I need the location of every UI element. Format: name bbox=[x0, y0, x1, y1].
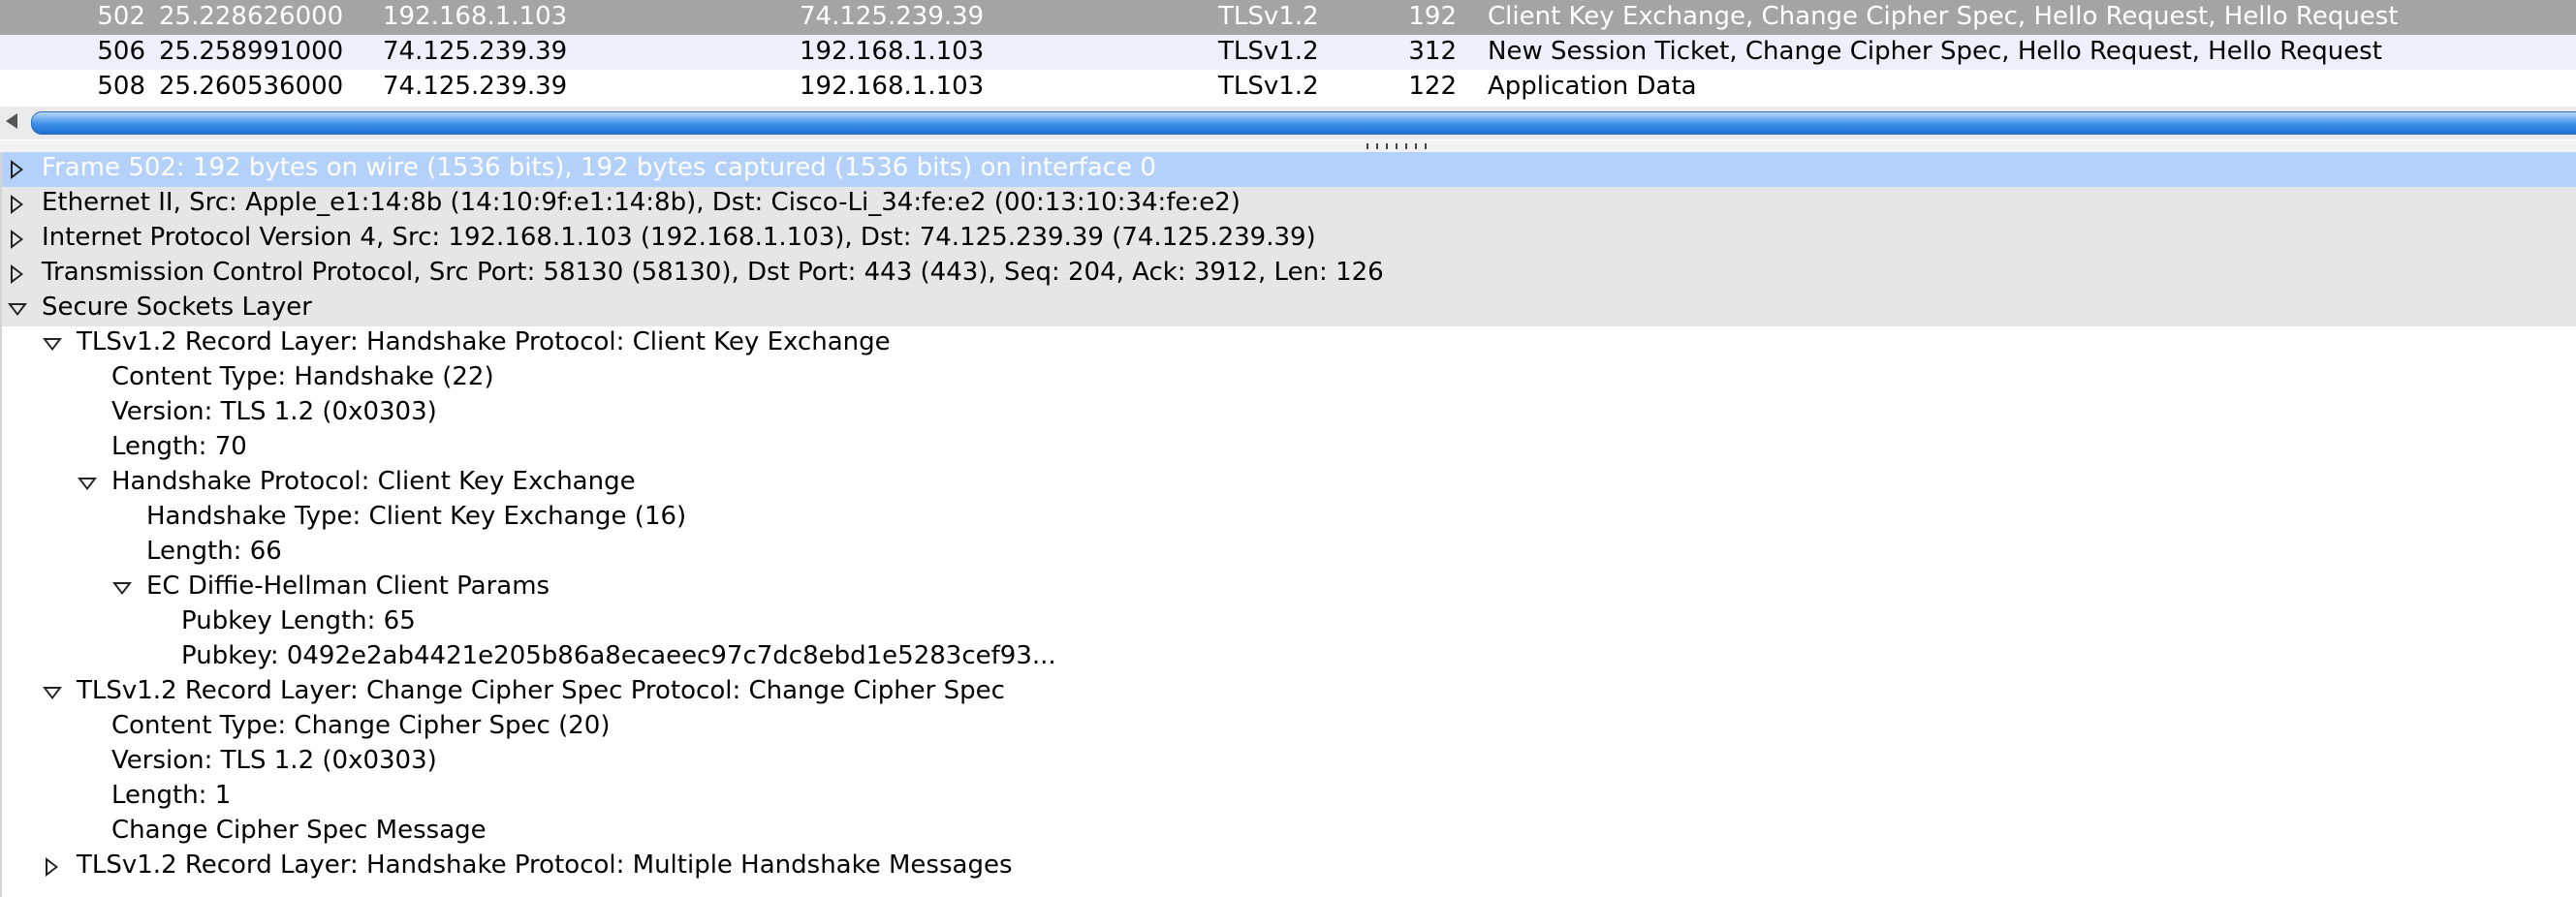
packet-details-tree[interactable]: Frame 502: 192 bytes on wire (1536 bits)… bbox=[0, 152, 2576, 897]
tree-item-label: Pubkey: 0492e2ab4421e205b86a8ecaeec97c7d… bbox=[181, 641, 1056, 670]
triangle-right-icon[interactable] bbox=[11, 264, 23, 284]
packet-list[interactable]: 502 25.228626000 192.168.1.103 74.125.239.3… bbox=[0, 0, 2576, 105]
packet-number-cell: 502 bbox=[97, 2, 145, 31]
tree-item-label: TLSv1.2 Record Layer: Change Cipher Spec… bbox=[77, 676, 1005, 705]
tree-item[interactable]: Content Type: Handshake (22) bbox=[0, 361, 2576, 396]
packet-info-cell: Application Data bbox=[1488, 72, 1697, 101]
pane-border bbox=[0, 152, 2, 897]
tree-item-label: Pubkey Length: 65 bbox=[181, 606, 416, 635]
tree-item[interactable]: Pubkey Length: 65 bbox=[0, 605, 2576, 640]
packet-time-cell: 25.260536000 bbox=[159, 72, 344, 101]
packet-time-cell: 25.228626000 bbox=[159, 2, 344, 31]
triangle-down-icon[interactable] bbox=[43, 338, 62, 351]
packet-protocol-cell: TLSv1.2 bbox=[1218, 2, 1319, 31]
tree-item[interactable]: Change Cipher Spec Message bbox=[0, 815, 2576, 850]
tree-item-label: Handshake Protocol: Client Key Exchange bbox=[111, 467, 636, 496]
horizontal-scrollbar[interactable] bbox=[0, 107, 2576, 139]
tree-item-label: EC Diffie-Hellman Client Params bbox=[146, 572, 550, 601]
tree-item-label: Handshake Type: Client Key Exchange (16) bbox=[146, 502, 687, 531]
packet-length-cell: 192 bbox=[1408, 2, 1457, 31]
packet-row[interactable]: 502 25.228626000 192.168.1.103 74.125.239.3… bbox=[0, 0, 2576, 35]
packet-time-cell: 25.258991000 bbox=[159, 37, 344, 66]
tree-item[interactable]: Handshake Type: Client Key Exchange (16) bbox=[0, 501, 2576, 536]
tree-item[interactable]: Frame 502: 192 bytes on wire (1536 bits)… bbox=[0, 152, 2576, 187]
packet-row[interactable]: 508 25.260536000 74.125.239.39 192.168.1.10… bbox=[0, 70, 2576, 105]
tree-item-label: Length: 1 bbox=[111, 781, 232, 810]
packet-number-cell: 506 bbox=[97, 37, 145, 66]
triangle-down-icon[interactable] bbox=[8, 303, 27, 316]
triangle-right-icon[interactable] bbox=[46, 857, 58, 877]
packet-info-cell: New Session Ticket, Change Cipher Spec, … bbox=[1488, 37, 2382, 66]
tree-item[interactable]: Length: 70 bbox=[0, 431, 2576, 466]
packet-length-cell: 312 bbox=[1408, 37, 1457, 66]
triangle-right-icon[interactable] bbox=[11, 195, 23, 214]
tree-item-label: Length: 66 bbox=[146, 537, 282, 566]
tree-item-label: Frame 502: 192 bytes on wire (1536 bits)… bbox=[42, 153, 1156, 182]
tree-item-label: Internet Protocol Version 4, Src: 192.16… bbox=[42, 223, 1316, 252]
tree-item[interactable]: Ethernet II, Src: Apple_e1:14:8b (14:10:… bbox=[0, 187, 2576, 222]
packet-info-cell: Client Key Exchange, Change Cipher Spec,… bbox=[1488, 2, 2399, 31]
tree-item[interactable]: Content Type: Change Cipher Spec (20) bbox=[0, 710, 2576, 745]
tree-item-label: Version: TLS 1.2 (0x0303) bbox=[111, 746, 437, 775]
triangle-down-icon[interactable] bbox=[78, 478, 97, 490]
tree-item-label: Ethernet II, Src: Apple_e1:14:8b (14:10:… bbox=[42, 188, 1241, 217]
tree-item[interactable]: Transmission Control Protocol, Src Port:… bbox=[0, 257, 2576, 292]
tree-item-label: Transmission Control Protocol, Src Port:… bbox=[42, 258, 1384, 287]
tree-item[interactable]: TLSv1.2 Record Layer: Change Cipher Spec… bbox=[0, 675, 2576, 710]
scrollbar-thumb[interactable] bbox=[31, 111, 2576, 135]
packet-row[interactable]: 506 25.258991000 74.125.239.39 192.168.1.10… bbox=[0, 35, 2576, 70]
triangle-right-icon[interactable] bbox=[11, 160, 23, 179]
packet-source-cell: 74.125.239.39 bbox=[383, 37, 568, 66]
packet-length-cell: 122 bbox=[1408, 72, 1457, 101]
arrow-left-icon[interactable] bbox=[6, 113, 17, 129]
triangle-right-icon[interactable] bbox=[11, 230, 23, 249]
tree-item-label: Content Type: Handshake (22) bbox=[111, 362, 494, 391]
tree-item[interactable]: Pubkey: 0492e2ab4421e205b86a8ecaeec97c7d… bbox=[0, 640, 2576, 675]
tree-item[interactable]: Version: TLS 1.2 (0x0303) bbox=[0, 396, 2576, 431]
tree-item-label: TLSv1.2 Record Layer: Handshake Protocol… bbox=[77, 851, 1013, 880]
packet-destination-cell: 74.125.239.39 bbox=[800, 2, 985, 31]
tree-item-label: Length: 70 bbox=[111, 432, 247, 461]
tree-item-label: Version: TLS 1.2 (0x0303) bbox=[111, 397, 437, 426]
tree-item[interactable]: TLSv1.2 Record Layer: Handshake Protocol… bbox=[0, 850, 2576, 884]
packet-source-cell: 74.125.239.39 bbox=[383, 72, 568, 101]
tree-item-label: Secure Sockets Layer bbox=[42, 293, 312, 322]
packet-destination-cell: 192.168.1.103 bbox=[800, 72, 985, 101]
packet-protocol-cell: TLSv1.2 bbox=[1218, 72, 1319, 101]
tree-item[interactable]: Secure Sockets Layer bbox=[0, 292, 2576, 326]
triangle-down-icon[interactable] bbox=[43, 687, 62, 699]
triangle-down-icon[interactable] bbox=[112, 582, 132, 595]
packet-number-cell: 508 bbox=[97, 72, 145, 101]
packet-source-cell: 192.168.1.103 bbox=[383, 2, 568, 31]
packet-destination-cell: 192.168.1.103 bbox=[800, 37, 985, 66]
tree-item[interactable]: Length: 66 bbox=[0, 536, 2576, 571]
packet-protocol-cell: TLSv1.2 bbox=[1218, 37, 1319, 66]
tree-item-label: TLSv1.2 Record Layer: Handshake Protocol… bbox=[77, 327, 891, 356]
tree-item-label: Change Cipher Spec Message bbox=[111, 816, 487, 845]
tree-item[interactable]: Length: 1 bbox=[0, 780, 2576, 815]
tree-item[interactable]: Version: TLS 1.2 (0x0303) bbox=[0, 745, 2576, 780]
tree-item[interactable]: TLSv1.2 Record Layer: Handshake Protocol… bbox=[0, 326, 2576, 361]
tree-item-label: Content Type: Change Cipher Spec (20) bbox=[111, 711, 611, 740]
splitter-grip-icon[interactable] bbox=[1367, 143, 1430, 149]
tree-item[interactable]: Internet Protocol Version 4, Src: 192.16… bbox=[0, 222, 2576, 257]
pane-splitter[interactable] bbox=[0, 140, 2576, 152]
tree-item[interactable]: EC Diffie-Hellman Client Params bbox=[0, 571, 2576, 605]
tree-item[interactable]: Handshake Protocol: Client Key Exchange bbox=[0, 466, 2576, 501]
